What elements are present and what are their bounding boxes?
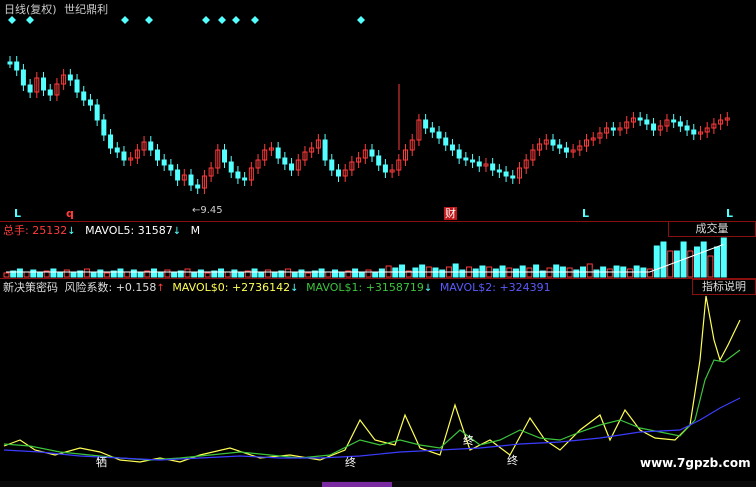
indicator-chart xyxy=(3,295,741,463)
marker-zhong-3: 终 xyxy=(507,454,518,467)
time-axis-highlight xyxy=(322,482,392,487)
marker-zhong-2: 终 xyxy=(463,434,474,447)
mavol1-line xyxy=(3,349,741,461)
mavol2-line xyxy=(3,397,741,461)
marker-zhong-1: 终 xyxy=(345,456,356,469)
mavol0-line xyxy=(3,295,741,463)
marker-xi: 牺 xyxy=(96,456,107,469)
watermark: www.7gpzb.com xyxy=(640,456,751,470)
